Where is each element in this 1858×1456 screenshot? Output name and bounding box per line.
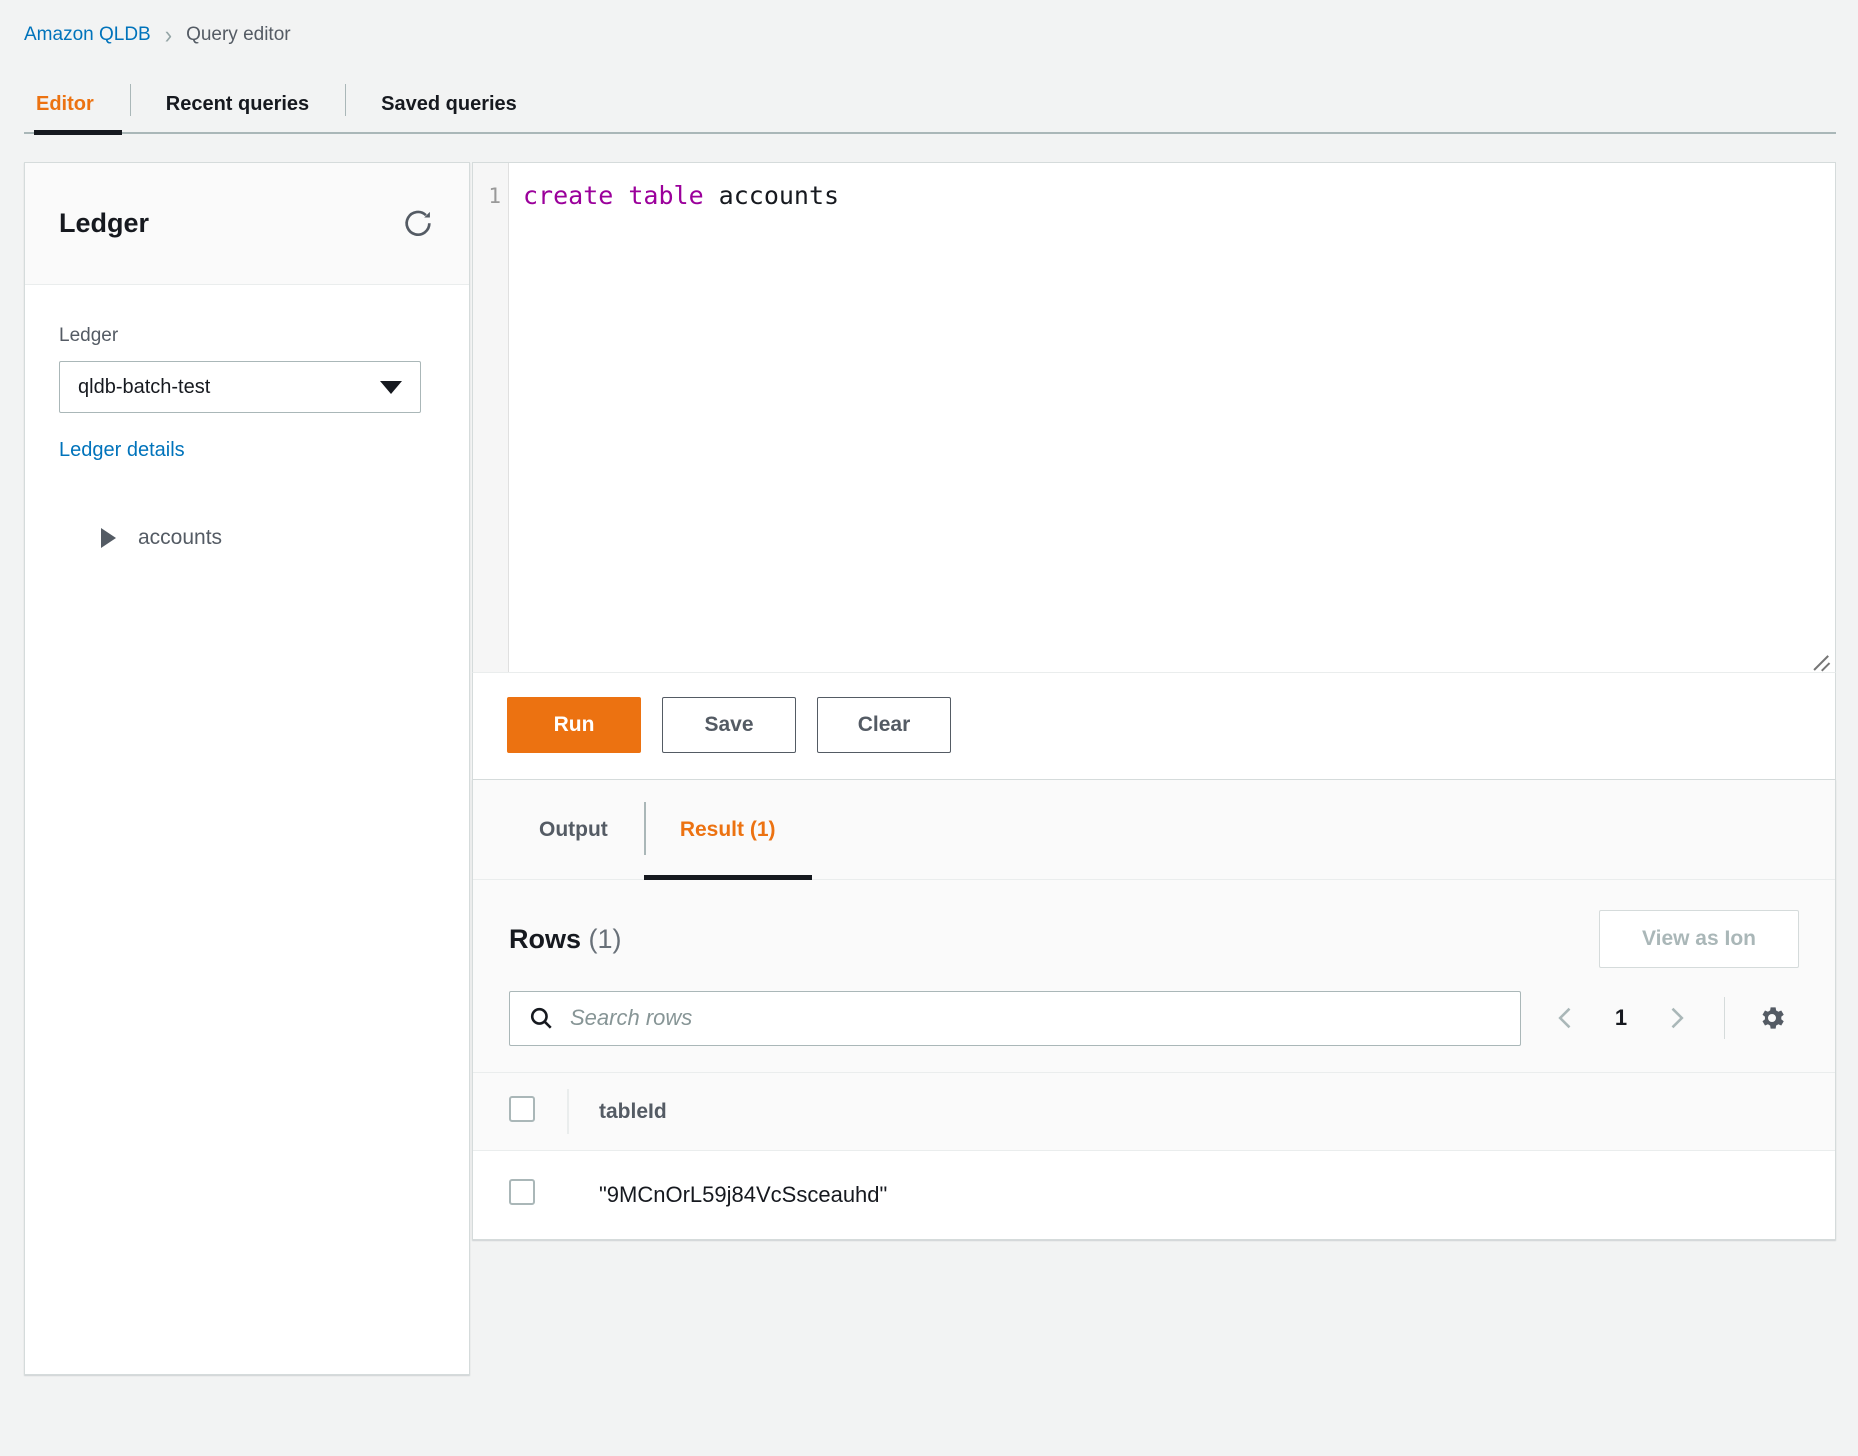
rows-count: (1) bbox=[588, 923, 622, 954]
ledger-panel-header: Ledger bbox=[25, 163, 469, 285]
editor-actions: Run Save Clear bbox=[472, 672, 1836, 779]
ledger-panel: Ledger Ledger qldb-batch-test Ledger det… bbox=[24, 162, 470, 1375]
chevron-right-icon[interactable] bbox=[1648, 990, 1704, 1046]
breadcrumb-separator-icon: › bbox=[164, 20, 173, 49]
cell-tableid: "9MCnOrL59j84VcSsceauhd" bbox=[599, 1181, 888, 1207]
main-tabs: Editor Recent queries Saved queries bbox=[0, 74, 1858, 135]
search-rows-input[interactable] bbox=[568, 1004, 1506, 1032]
tab-editor[interactable]: Editor bbox=[26, 74, 130, 135]
ledger-select-value: qldb-batch-test bbox=[78, 375, 211, 398]
refresh-icon[interactable] bbox=[397, 203, 439, 245]
line-number: 1 bbox=[488, 184, 501, 208]
row-select-cell bbox=[473, 1151, 569, 1239]
column-header-tableid[interactable]: tableId bbox=[569, 1073, 1835, 1151]
breadcrumb: Amazon QLDB › Query editor bbox=[0, 0, 1858, 49]
tab-recent-queries[interactable]: Recent queries bbox=[129, 74, 345, 134]
chevron-down-icon bbox=[380, 380, 402, 394]
query-editor[interactable]: 1 create table accounts bbox=[472, 162, 1836, 672]
rows-header: Rows (1) View as Ion bbox=[473, 880, 1835, 968]
ledger-select-label: Ledger bbox=[59, 325, 119, 346]
results-table: tableId "9MCnOrL59j84VcSsceauhd" bbox=[473, 1072, 1835, 1239]
search-rows-box[interactable] bbox=[509, 990, 1521, 1046]
breadcrumb-current: Query editor bbox=[186, 24, 291, 45]
sql-identifier: accounts bbox=[703, 181, 840, 210]
gear-icon[interactable] bbox=[1745, 991, 1799, 1045]
select-all-cell bbox=[473, 1073, 569, 1151]
pagination: 1 bbox=[1538, 990, 1799, 1046]
rows-toolbar: 1 bbox=[473, 968, 1835, 1072]
tab-output-label: Output bbox=[539, 817, 608, 841]
chevron-left-icon[interactable] bbox=[1538, 990, 1594, 1046]
view-as-ion-button[interactable]: View as Ion bbox=[1599, 910, 1799, 968]
tab-saved-queries[interactable]: Saved queries bbox=[345, 74, 553, 134]
sql-keyword: create table bbox=[523, 181, 704, 210]
result-panel: Output Result (1) Rows (1) View as Ion S… bbox=[472, 779, 1836, 1240]
tab-saved-queries-label: Saved queries bbox=[381, 92, 517, 115]
result-tabs: Output Result (1) bbox=[473, 780, 1835, 880]
tab-output[interactable]: Output bbox=[503, 780, 644, 879]
ledger-panel-body: Ledger qldb-batch-test Ledger details ac… bbox=[25, 285, 469, 558]
tab-editor-label: Editor bbox=[36, 92, 94, 115]
ledger-details-link[interactable]: Ledger details bbox=[59, 439, 185, 462]
select-all-checkbox[interactable] bbox=[509, 1095, 535, 1122]
table-tree: accounts bbox=[59, 518, 435, 558]
editor-code-area[interactable]: create table accounts bbox=[509, 163, 1835, 672]
ledger-select[interactable]: qldb-batch-test bbox=[59, 361, 421, 413]
breadcrumb-link-service[interactable]: Amazon QLDB bbox=[24, 24, 151, 46]
ledger-panel-title: Ledger bbox=[59, 208, 150, 238]
table-row[interactable]: "9MCnOrL59j84VcSsceauhd" bbox=[473, 1150, 1835, 1239]
tab-result-label: Result (1) bbox=[679, 817, 776, 841]
tree-item-accounts[interactable]: accounts bbox=[59, 518, 435, 558]
workspace: Ledger Ledger qldb-batch-test Ledger det… bbox=[24, 162, 1836, 1375]
tab-result[interactable]: Result (1) bbox=[643, 780, 812, 880]
tab-recent-queries-label: Recent queries bbox=[165, 92, 310, 115]
save-button[interactable]: Save bbox=[662, 697, 796, 753]
clear-button[interactable]: Clear bbox=[817, 697, 951, 753]
run-button[interactable]: Run bbox=[507, 697, 641, 753]
search-icon bbox=[528, 1005, 554, 1031]
page-number-1[interactable]: 1 bbox=[1598, 1005, 1644, 1031]
rows-title-text: Rows bbox=[509, 923, 582, 954]
toolbar-divider bbox=[1724, 997, 1725, 1039]
row-checkbox[interactable] bbox=[509, 1178, 535, 1205]
triangle-right-icon bbox=[101, 528, 116, 548]
editor-resize-handle[interactable] bbox=[1809, 647, 1831, 669]
rows-title: Rows (1) bbox=[509, 924, 622, 955]
table-header-row: tableId bbox=[473, 1072, 1835, 1151]
tree-item-label: accounts bbox=[138, 526, 223, 549]
query-column: 1 create table accounts Run Save Clear O… bbox=[472, 162, 1836, 1240]
editor-line-numbers: 1 bbox=[473, 163, 509, 672]
